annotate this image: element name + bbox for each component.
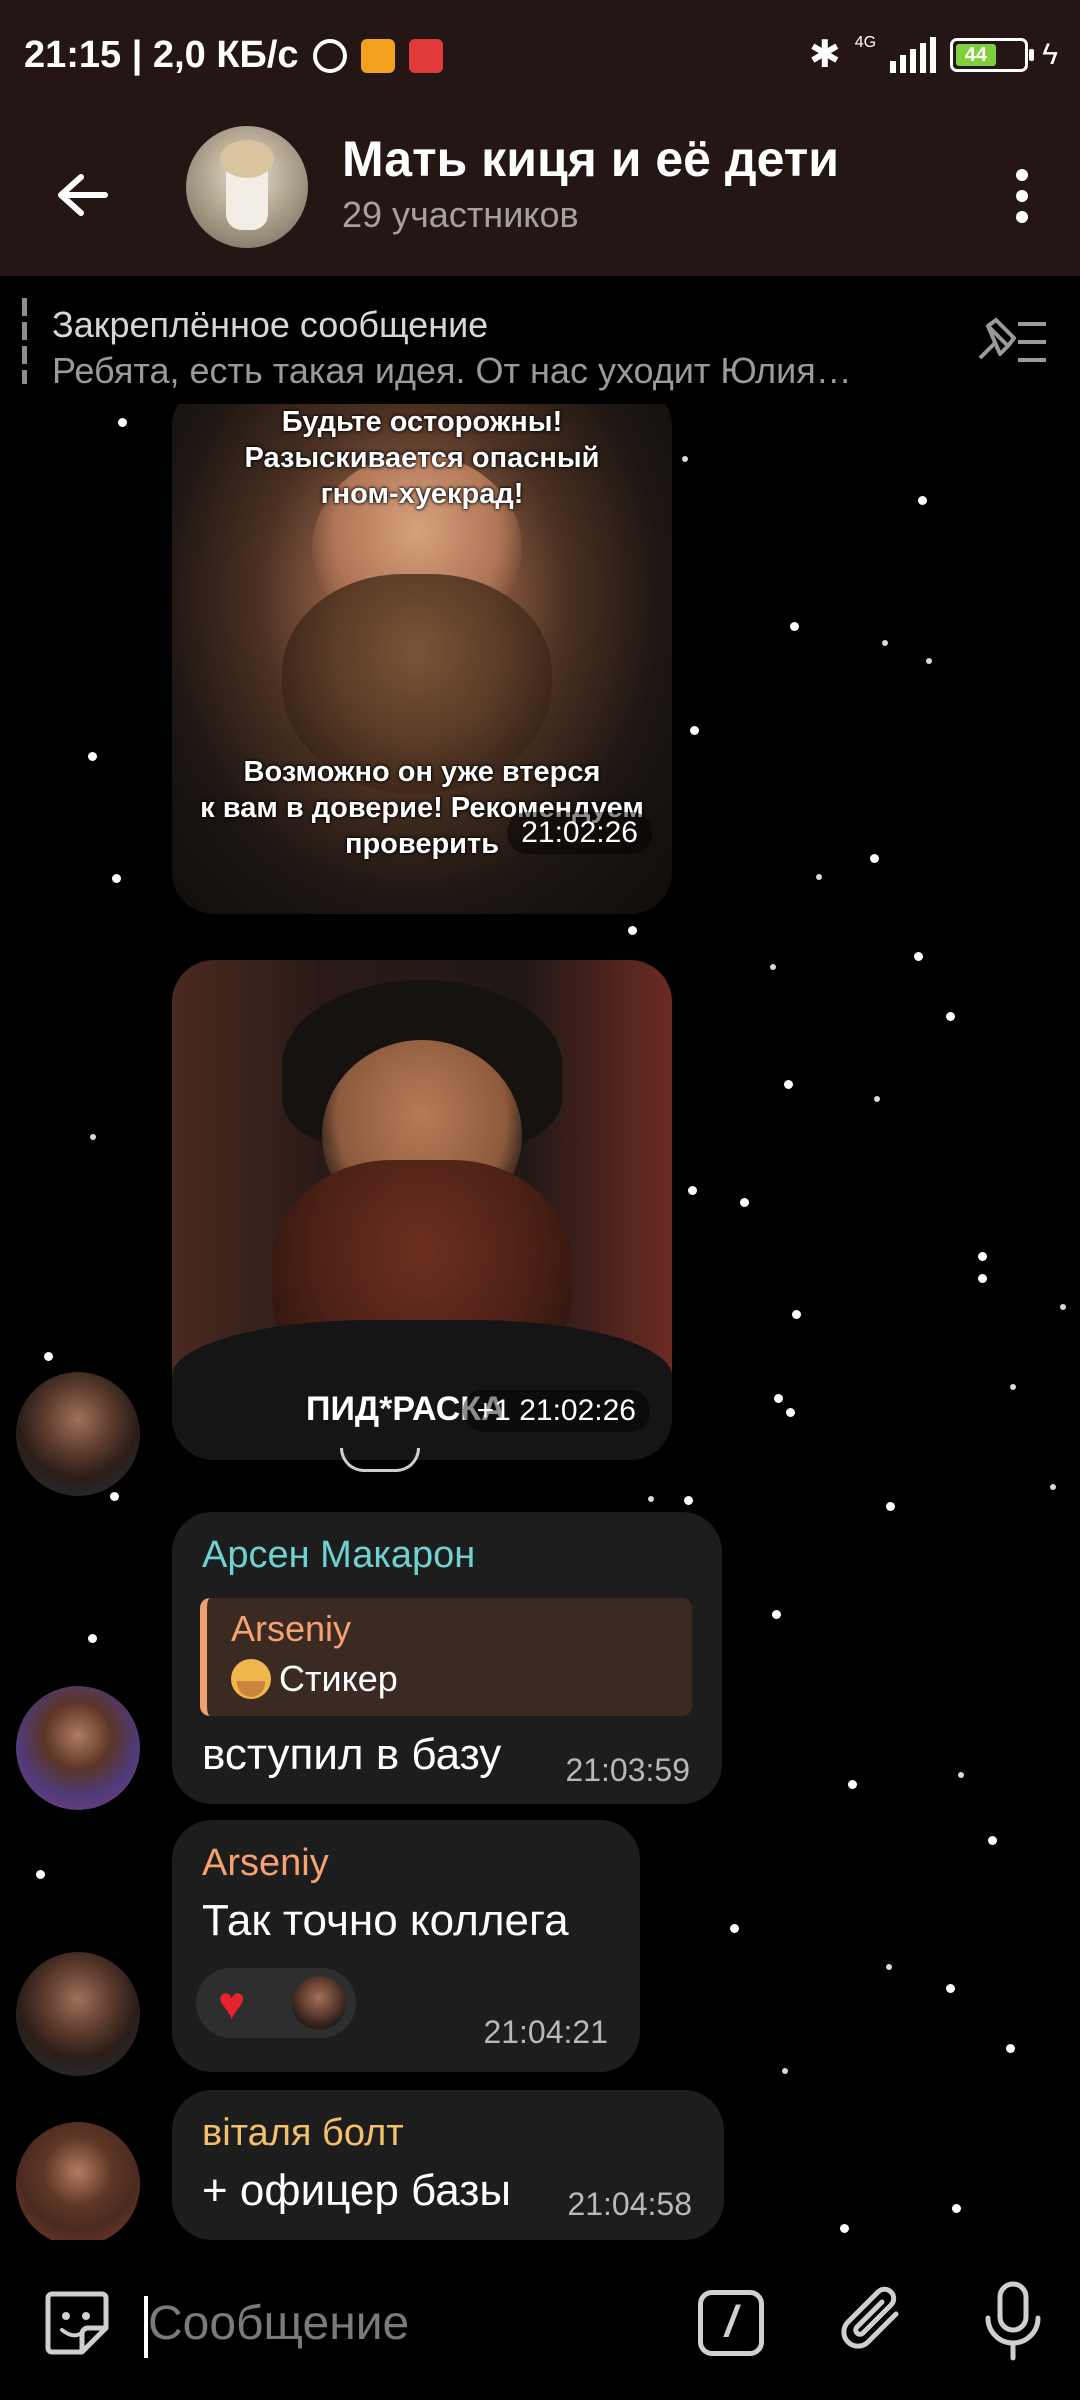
status-bar: 21:15 | 2,0 КБ/с ✱ 4G 44 ϟ: [0, 0, 1080, 120]
pinned-title: Закреплённое сообщение: [52, 304, 489, 345]
reply-sender: Arseniy: [231, 1608, 352, 1649]
message-bubble[interactable]: Arseniy Так точно коллега ♥ 21:04:21: [172, 1820, 640, 2072]
chat-title[interactable]: Мать киця и её дети: [342, 130, 839, 188]
sticker-emoji-button-icon[interactable]: [42, 2288, 112, 2358]
pinned-text: Ребята, есть такая идея. От нас уходит Ю…: [52, 350, 852, 391]
message-time: 21:04:58: [567, 2186, 692, 2222]
bot-commands-icon[interactable]: /: [698, 2290, 764, 2356]
sender-name[interactable]: Арсен Макарон: [202, 1534, 475, 1577]
chat-header: Мать киця и её дети 29 участников: [0, 120, 1080, 276]
battery-icon: 44: [950, 37, 1035, 72]
avatar[interactable]: [16, 1686, 140, 1810]
pinned-message-bar[interactable]: Закреплённое сообщение Ребята, есть така…: [0, 276, 1080, 404]
image-message[interactable]: ПИД*РАСКА +1 21:02:26: [172, 960, 672, 1460]
image-message[interactable]: Будьте осторожны! Разыскивается опасный …: [172, 404, 672, 914]
avatar[interactable]: [16, 2122, 140, 2240]
reactor-avatar: [292, 1976, 346, 2030]
pinned-list-icon[interactable]: [974, 314, 1050, 370]
avatar[interactable]: [16, 1952, 140, 2076]
pinned-indicator: [22, 298, 27, 384]
member-count[interactable]: 29 участников: [342, 194, 579, 236]
attach-paperclip-icon[interactable]: [838, 2284, 910, 2360]
network-type: 4G: [854, 33, 877, 51]
heart-icon: ♥: [218, 1977, 246, 2029]
notification-app-icon: [360, 38, 395, 73]
meme-top-text: Будьте осторожны! Разыскивается опасный …: [244, 406, 600, 510]
reply-text: Стикер: [279, 1658, 398, 1699]
dot-icon: [1016, 211, 1028, 223]
message-list[interactable]: Будьте осторожны! Разыскивается опасный …: [0, 404, 1080, 2240]
message-input[interactable]: [148, 2288, 668, 2358]
group-avatar[interactable]: [186, 126, 308, 248]
bluetooth-icon: ✱: [808, 34, 841, 76]
message-time: 21:04:21: [483, 2014, 608, 2050]
charging-icon: ϟ: [1042, 37, 1058, 71]
message-time: 21:03:59: [565, 1752, 690, 1788]
message-bubble[interactable]: Арсен Макарон Arseniy Стикер вступил в б…: [172, 1512, 722, 1804]
back-button[interactable]: [48, 160, 118, 230]
message-text: + офицер базы: [202, 2166, 512, 2215]
message-bubble[interactable]: віталя болт + офицер базы 21:04:58: [172, 2090, 724, 2240]
avatar[interactable]: [16, 1372, 140, 1496]
sender-name[interactable]: Arseniy: [202, 1842, 329, 1885]
reaction-chip[interactable]: ♥: [196, 1968, 356, 2038]
message-time: 21:02:26: [507, 812, 652, 854]
battery-level: 44: [956, 43, 996, 66]
message-input-bar: /: [0, 2240, 1080, 2400]
arrow-left-icon: [58, 174, 108, 216]
reply-quote[interactable]: Arseniy Стикер: [200, 1598, 692, 1716]
notification-app-icon-red: [408, 38, 443, 73]
more-menu-button[interactable]: [992, 156, 1052, 236]
message-text: вступил в базу: [202, 1730, 502, 1779]
message-time: +1 21:02:26: [462, 1390, 650, 1432]
signal-icon: [890, 36, 937, 73]
dot-icon: [1016, 169, 1028, 181]
dot-icon: [1016, 190, 1028, 202]
sticker-emoji-icon: [231, 1659, 271, 1699]
alarm-icon: [312, 38, 347, 73]
forward-count: +1: [476, 1394, 511, 1427]
sender-name[interactable]: віталя болт: [202, 2112, 404, 2155]
message-text: Так точно коллега: [202, 1896, 569, 1945]
microphone-icon[interactable]: [978, 2280, 1048, 2364]
swipe-reply-icon: [340, 1448, 420, 1472]
status-time-speed: 21:15 | 2,0 КБ/с: [24, 34, 299, 76]
